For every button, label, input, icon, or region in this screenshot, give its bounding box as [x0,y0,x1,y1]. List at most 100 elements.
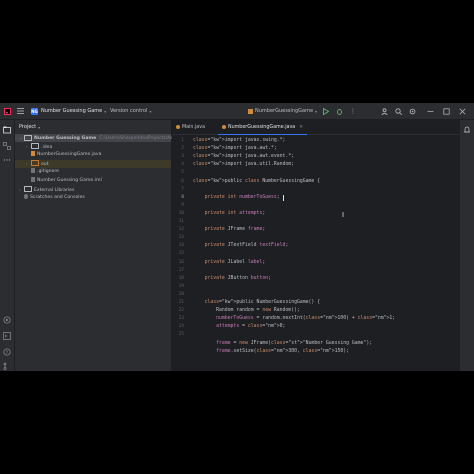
app-logo-icon [4,103,11,119]
profile-button[interactable] [381,103,388,119]
line-number: 7 [181,186,184,192]
code-line[interactable]: frame.setSize(class="nm">300, class="nm"… [193,349,349,354]
right-tool-strip [459,120,474,371]
chevron-down-icon: ▾ [315,108,318,114]
editor-tabs: Main.java NumberGuessingGame.java ✕ [172,120,460,135]
ide-window: NG Number Guessing Game ▾ Version contro… [0,103,474,371]
notifications-icon[interactable] [463,126,471,134]
file-icon [31,168,35,174]
line-number: 21 [178,300,184,305]
kebab-icon: ⋮ [350,107,356,115]
tree-item-label: .gitignore [37,169,59,175]
file-icon [31,177,35,182]
line-number: 23 [178,316,184,322]
code-line[interactable]: private JFrame frame; [193,227,266,232]
line-number: 9 [181,202,184,208]
code-line[interactable]: class="kw">import java.awt.event.*; [193,154,294,159]
project-selector[interactable]: NG Number Guessing Game ▾ [31,103,106,119]
code-line[interactable]: private JButton button; [193,276,271,281]
title-bar: NG Number Guessing Game ▾ Version contro… [0,103,474,120]
tree-item[interactable]: Number Guessing Game.iml [15,177,171,185]
tree-item[interactable]: Scratches and Consoles [15,194,171,202]
code-line[interactable]: class="kw">public class NumberGuessingGa… [193,179,320,184]
close-tab-icon[interactable]: ✕ [299,125,303,130]
debug-button[interactable] [336,103,343,119]
gear-icon [409,108,416,114]
tab-number-guessing-game[interactable]: NumberGuessingGame.java ✕ [218,120,308,135]
close-icon [459,108,466,114]
problems-tool-icon[interactable] [3,348,11,356]
chevron-down-icon: ▾ [149,108,152,114]
code-line[interactable]: class="kw">import javax.swing.*; [193,138,285,143]
code-line[interactable]: private JLabel label; [193,260,266,265]
text-caret [283,194,284,201]
tree-item-label: External Libraries [34,187,75,193]
project-tool-icon[interactable] [3,126,11,134]
run-button[interactable] [323,103,329,119]
maximize-icon [443,107,450,115]
excluded-folder-icon [31,160,39,167]
code-line[interactable]: numberToGuess = random.nextInt(class="nm… [193,316,395,321]
services-tool-icon[interactable] [3,316,11,324]
structure-tool-icon[interactable] [3,142,11,150]
java-class-icon [248,108,253,114]
terminal-tool-icon[interactable] [3,332,11,340]
code-line[interactable]: class="kw">public NumberGuessingGame() { [193,300,321,305]
line-number: 8 [181,194,184,200]
tree-item[interactable]: NumberGuessingGame.java [15,151,171,159]
vcs-label: Version control [110,108,148,114]
code-line[interactable]: frame = new JFrame(class="st">"Number Gu… [193,341,372,346]
java-class-icon [176,125,180,129]
code-editor[interactable]: 1 2 3 4 5 6 7 8 9 10 11 12 13 14 15 16 17 18 19 20 21 22 23 24 2… [172,135,460,371]
code-line[interactable]: class="kw">import java.awt.*; [193,146,277,151]
code-line[interactable]: private int numberToGuess; [193,195,280,200]
tab-main-java[interactable]: Main.java [172,120,209,134]
line-number: 19 [178,283,184,289]
code-line[interactable]: Random random = new Random(); [193,308,300,313]
line-number: 16 [178,259,184,265]
tree-item[interactable]: › External Libraries [15,186,171,194]
tree-item-label: Number Guessing Game.iml [37,178,102,183]
tree-item[interactable]: .gitignore [15,168,171,176]
chevron-down-icon: ▾ [38,124,41,130]
code-line[interactable]: private int attempts; [193,211,266,216]
line-number: 10 [178,210,184,216]
project-badge: NG [31,107,38,115]
maximize-button[interactable] [443,103,450,119]
run-config-label: NumberGuessingGame [255,108,314,114]
project-panel-header[interactable]: Project ▾ [15,120,171,134]
more-actions-button[interactable]: ⋮ [350,103,356,119]
java-class-icon [222,125,226,129]
code-line[interactable]: class="kw">import java.util.Random; [193,162,294,167]
vcs-selector[interactable]: Version control ▾ [110,103,151,119]
search-icon [395,107,402,115]
minimize-button[interactable] [427,103,434,119]
java-file-icon [31,151,35,157]
main-menu-icon[interactable] [17,103,24,119]
more-tools-icon[interactable] [3,156,11,164]
chevron-down-icon: ▾ [104,108,107,114]
close-button[interactable] [459,103,466,119]
search-button[interactable] [395,103,402,119]
settings-button[interactable] [409,103,416,119]
line-number: 5 [181,170,184,176]
run-config-selector[interactable]: NumberGuessingGame ▾ [248,103,317,119]
tree-item[interactable]: › out [15,159,171,168]
code-line[interactable]: attempts = class="nm">0; [193,324,285,329]
folder-icon [31,143,39,150]
line-number: 4 [181,162,184,168]
tree-item-label: NumberGuessingGame.java [37,152,102,158]
line-number: 24 [178,324,184,330]
tree-item[interactable]: ⌄ Number Guessing Game C:\Users\Sharpe\Ide… [15,134,174,142]
tree-item[interactable]: › .idea [15,143,171,151]
play-icon [323,107,329,115]
code-line[interactable]: private JTextField textField; [193,243,289,248]
line-number: 6 [181,178,184,184]
tree-item-label: Scratches and Consoles [30,195,85,201]
bug-icon [337,108,342,115]
version-control-tool-icon[interactable] [3,362,11,370]
line-number: 18 [178,275,184,281]
text-cursor-icon: I [342,211,345,219]
line-number: 1 [181,138,184,143]
tree-item-label: out [41,161,49,167]
